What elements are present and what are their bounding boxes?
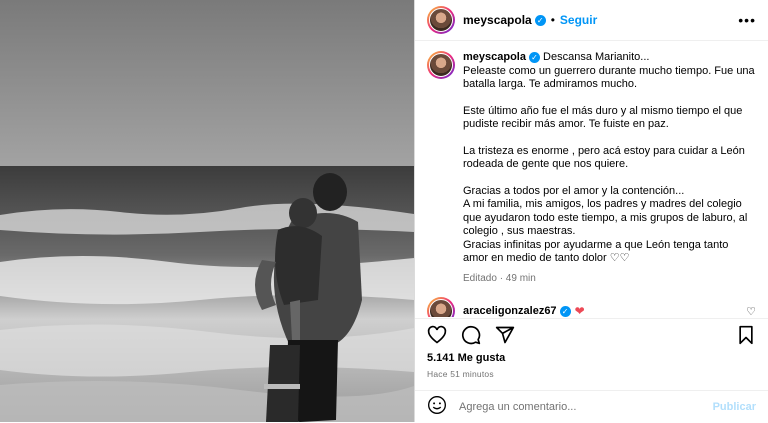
- save-icon[interactable]: [734, 323, 758, 347]
- publish-button[interactable]: Publicar: [713, 401, 756, 413]
- post-image[interactable]: [0, 0, 414, 422]
- caption-paragraph-3: La tristeza es enorme , pero acá estoy p…: [463, 144, 748, 171]
- red-heart-emoji: ❤: [574, 304, 585, 317]
- verified-icon: ✓: [528, 51, 540, 63]
- post-header: meyscapola ✓ • Seguir •••: [415, 0, 768, 41]
- add-comment-bar: Publicar: [415, 390, 768, 423]
- comment-icon[interactable]: [459, 323, 483, 347]
- like-icon[interactable]: [425, 323, 449, 347]
- comments-section: meyscapola ✓ Descansa Marianito... Peleas…: [415, 41, 768, 317]
- emoji-icon[interactable]: [427, 395, 447, 420]
- commenter-avatar[interactable]: [427, 297, 455, 317]
- comment-item: araceligonzalez67 ✓ ❤ ♡: [427, 297, 756, 317]
- action-bar: [415, 318, 768, 351]
- verified-icon: ✓: [559, 305, 571, 317]
- caption-username[interactable]: meyscapola: [463, 51, 526, 63]
- like-count[interactable]: 5.141 Me gusta: [427, 352, 505, 364]
- share-icon[interactable]: [493, 323, 517, 347]
- author-avatar[interactable]: [427, 6, 455, 34]
- author-username[interactable]: meyscapola: [463, 13, 532, 27]
- caption-body: meyscapola ✓ Descansa Marianito... Peleas…: [463, 51, 756, 285]
- separator-dot: •: [550, 13, 555, 27]
- commenter-username[interactable]: araceligonzalez67: [463, 305, 557, 317]
- caption-paragraph-4: Gracias a todos por el amor y la contenc…: [463, 184, 748, 265]
- more-options-icon[interactable]: •••: [738, 12, 756, 28]
- verified-icon: ✓: [534, 14, 546, 26]
- post-sidebar: meyscapola ✓ • Seguir ••• meyscapola ✓ De…: [414, 0, 768, 422]
- caption: meyscapola ✓ Descansa Marianito... Peleas…: [427, 51, 756, 285]
- caption-meta: Editado · 49 min: [463, 272, 536, 284]
- post-timestamp[interactable]: Hace 51 minutos: [427, 369, 494, 379]
- comment-input[interactable]: [457, 400, 713, 414]
- beach-photo: [0, 0, 414, 422]
- caption-avatar[interactable]: [427, 51, 455, 79]
- instagram-post: meyscapola ✓ • Seguir ••• meyscapola ✓ De…: [0, 0, 768, 422]
- like-comment-icon[interactable]: ♡: [746, 305, 756, 318]
- follow-button[interactable]: Seguir: [560, 13, 597, 27]
- caption-paragraph-2: Este último año fue el más duro y al mis…: [463, 104, 746, 131]
